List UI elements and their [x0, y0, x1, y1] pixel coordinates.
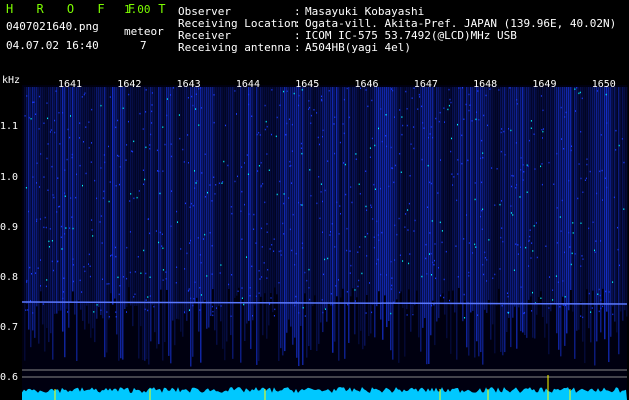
x-tick-label: 1648	[473, 79, 498, 90]
x-tick-label: 1644	[235, 79, 260, 90]
y-axis-unit: kHz	[2, 75, 21, 86]
meteor-count: 7	[140, 39, 147, 52]
file-name: 0407021640.png	[6, 20, 99, 33]
datetime: 04.07.02 16:40	[6, 39, 99, 52]
x-tick-label: 1646	[354, 79, 379, 90]
antenna-label: Receiving antenna	[178, 41, 291, 54]
y-tick-label: 0.7	[0, 322, 19, 333]
spectrogram	[21, 85, 628, 400]
app-version: 1.00	[124, 3, 151, 16]
x-tick-label: 1645	[295, 79, 320, 90]
x-tick-label: 1642	[117, 79, 142, 90]
x-tick-label: 1647	[413, 79, 438, 90]
y-tick-label: 0.8	[0, 272, 19, 283]
colon: :	[294, 41, 301, 54]
y-tick-label: 1.0	[0, 172, 19, 183]
y-tick-label: 1.1	[0, 121, 19, 132]
meteor-label: meteor	[124, 25, 164, 38]
antenna-value: A504HB(yagi 4el)	[305, 41, 411, 54]
x-tick-label: 1643	[176, 79, 201, 90]
x-tick-label: 1650	[591, 79, 616, 90]
y-tick-label: 0.6	[0, 372, 19, 383]
y-tick-label: 0.9	[0, 222, 19, 233]
x-tick-label: 1649	[532, 79, 557, 90]
x-tick-label: 1641	[58, 79, 83, 90]
